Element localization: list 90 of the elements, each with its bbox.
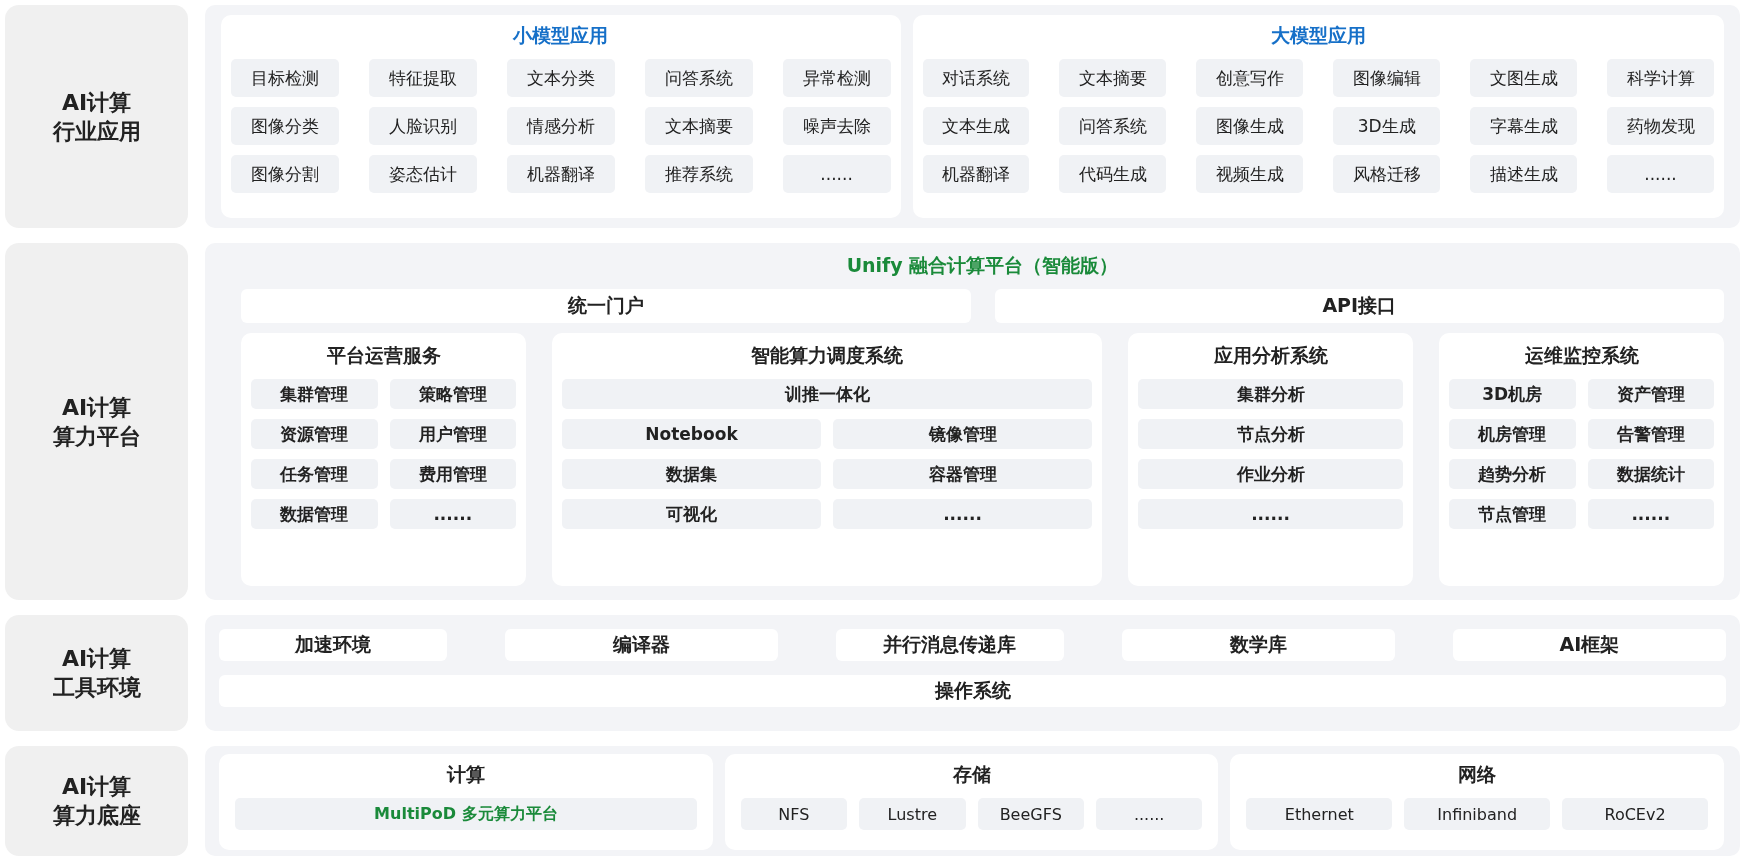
base-chip: ...... — [1095, 798, 1203, 830]
group-title: 小模型应用 — [512, 23, 610, 48]
section-title: 网络 — [1457, 762, 1498, 787]
group-title: 大模型应用 — [1269, 23, 1367, 48]
app-chip: 风格迁移 — [1333, 155, 1441, 193]
system-chip: 3D机房 — [1449, 379, 1576, 409]
portal-bar: API接口 — [994, 289, 1724, 323]
system-chip: 镜像管理 — [833, 419, 1092, 449]
app-chip: 图像分割 — [231, 155, 339, 193]
system-chip: 集群分析 — [1138, 379, 1403, 409]
app-chip: ...... — [1607, 155, 1714, 193]
app-chip: 文本摘要 — [1059, 59, 1167, 97]
system-chip: ...... — [1138, 499, 1403, 529]
base-chip: MultiPoD 多元算力平台 — [235, 798, 697, 830]
app-chip: 文本分类 — [506, 59, 615, 97]
app-chip: 文图生成 — [1470, 59, 1578, 97]
app-chip: 图像编辑 — [1333, 59, 1441, 97]
app-chip: ...... — [782, 155, 891, 193]
system-chip: ...... — [1587, 499, 1714, 529]
app-chip: 药物发现 — [1607, 107, 1714, 145]
system-chip: ...... — [389, 499, 516, 529]
system-title: 智能算力调度系统 — [750, 343, 904, 368]
app-chip: 字幕生成 — [1470, 107, 1578, 145]
app-chip: 科学计算 — [1607, 59, 1714, 97]
platform-title: Unify 融合计算平台（智能版） — [845, 253, 1120, 278]
base-chip: BeeGFS — [977, 798, 1084, 830]
system-chip: 资产管理 — [1587, 379, 1714, 409]
tool-bar: 编译器 — [504, 629, 778, 661]
system-chip: 数据管理 — [251, 499, 378, 529]
system-chip: ...... — [833, 499, 1092, 529]
system-chip: 集群管理 — [251, 379, 378, 409]
system-chip: 机房管理 — [1449, 419, 1576, 449]
system-title: 平台运营服务 — [325, 343, 442, 368]
system-chip: 告警管理 — [1587, 419, 1714, 449]
app-chip: 异常检测 — [782, 59, 891, 97]
system-chip: 作业分析 — [1138, 459, 1403, 489]
app-chip: 问答系统 — [644, 59, 753, 97]
system-chip: 趋势分析 — [1449, 459, 1576, 489]
system-chip: 费用管理 — [389, 459, 516, 489]
base-chip: NFS — [740, 798, 848, 830]
app-chip: 视频生成 — [1196, 155, 1304, 193]
system-title: 运维监控系统 — [1523, 343, 1640, 368]
system-chip: 数据统计 — [1587, 459, 1714, 489]
system-chip: 容器管理 — [833, 459, 1092, 489]
app-chip: 图像分类 — [231, 107, 339, 145]
portal-bar: 统一门户 — [241, 289, 971, 323]
system-chip: 用户管理 — [389, 419, 516, 449]
system-chip: 数据集 — [562, 459, 821, 489]
app-chip: 对话系统 — [922, 59, 1030, 97]
system-chip: Notebook — [562, 419, 821, 449]
system-chip: 资源管理 — [251, 419, 378, 449]
app-chip: 推荐系统 — [644, 155, 753, 193]
app-chip: 目标检测 — [231, 59, 339, 97]
tool-bar: 并行消息传递库 — [835, 629, 1064, 661]
system-chip: 节点管理 — [1449, 499, 1576, 529]
app-chip: 描述生成 — [1470, 155, 1578, 193]
section-title: 存储 — [951, 762, 992, 787]
app-chip: 代码生成 — [1059, 155, 1167, 193]
base-chip: Ethernet — [1246, 798, 1393, 830]
app-chip: 机器翻译 — [506, 155, 615, 193]
layer-label: AI计算 行业应用 — [5, 5, 188, 228]
tool-bar: 数学库 — [1121, 629, 1395, 661]
system-chip: 可视化 — [562, 499, 821, 529]
app-chip: 创意写作 — [1196, 59, 1304, 97]
app-chip: 姿态估计 — [368, 155, 477, 193]
tool-bar: AI框架 — [1452, 629, 1726, 661]
system-chip: 节点分析 — [1138, 419, 1403, 449]
layer-label: AI计算 算力底座 — [5, 746, 188, 856]
base-chip: Infiniband — [1404, 798, 1551, 830]
system-chip: 策略管理 — [389, 379, 516, 409]
system-chip: 任务管理 — [251, 459, 378, 489]
app-chip: 文本摘要 — [644, 107, 753, 145]
app-chip: 机器翻译 — [922, 155, 1030, 193]
app-chip: 人脸识别 — [368, 107, 477, 145]
base-chip: RoCEv2 — [1562, 798, 1708, 830]
app-chip: 3D生成 — [1333, 107, 1441, 145]
layer-label: AI计算 工具环境 — [5, 615, 188, 731]
os-bar: 操作系统 — [219, 675, 1726, 707]
app-chip: 情感分析 — [506, 107, 615, 145]
system-title: 应用分析系统 — [1212, 343, 1329, 368]
app-chip: 噪声去除 — [782, 107, 891, 145]
tool-bar: 加速环境 — [219, 629, 447, 661]
app-chip: 特征提取 — [368, 59, 477, 97]
layer-label: AI计算 算力平台 — [5, 243, 188, 600]
system-chip: 训推一体化 — [562, 379, 1092, 409]
section-title: 计算 — [445, 762, 486, 787]
app-chip: 问答系统 — [1059, 107, 1167, 145]
app-chip: 图像生成 — [1196, 107, 1304, 145]
base-chip: Lustre — [859, 798, 966, 830]
app-chip: 文本生成 — [922, 107, 1030, 145]
